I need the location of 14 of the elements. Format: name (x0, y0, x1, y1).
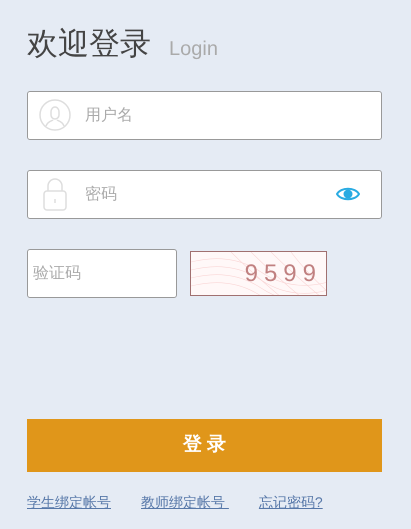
eye-icon[interactable] (336, 186, 360, 202)
captcha-field[interactable]: 验证码 (27, 249, 177, 298)
login-button[interactable]: 登 录 (27, 419, 382, 472)
password-field[interactable]: 密码 (27, 170, 382, 219)
captcha-image[interactable]: 9599 (190, 251, 327, 296)
person-icon (39, 99, 71, 131)
padlock-icon (43, 178, 67, 211)
link[interactable]: 教师绑定帐号 (141, 492, 229, 513)
username-field[interactable]: 用户名 (27, 91, 382, 140)
link[interactable]: 学生绑定帐号 (27, 492, 111, 513)
login-subtitle: Login (169, 37, 218, 62)
link[interactable]: 忘记密码? (258, 492, 323, 513)
welcome-title: 欢迎登录 (27, 25, 151, 63)
captcha-code: 9599 (244, 258, 322, 288)
